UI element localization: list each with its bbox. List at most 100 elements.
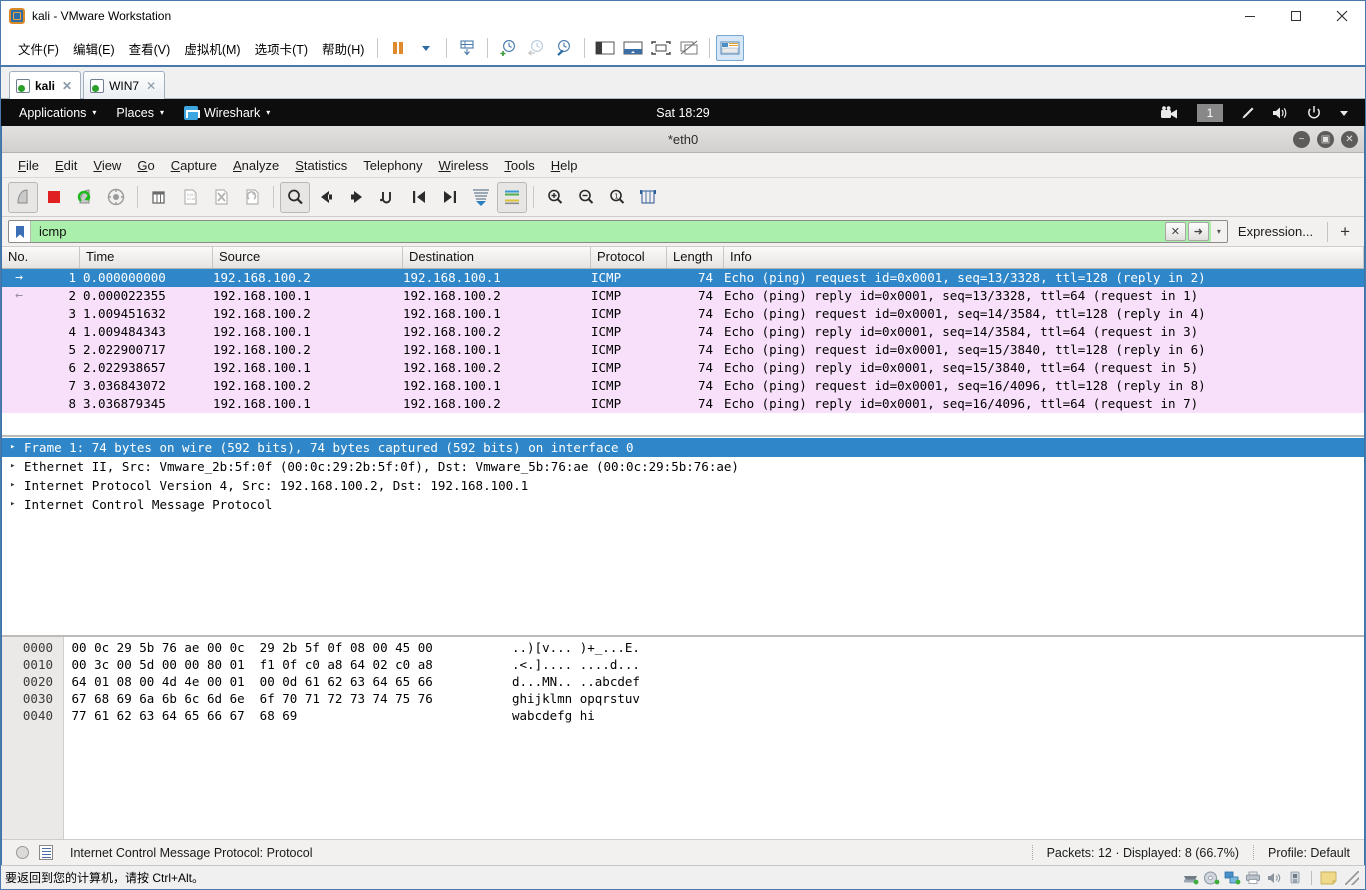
menu-file[interactable]: File xyxy=(10,155,47,176)
display-filter-field[interactable]: ✕ ➜ ▾ xyxy=(8,220,1228,243)
vmware-minimize-button[interactable] xyxy=(1227,1,1273,31)
resize-columns-icon[interactable] xyxy=(633,182,663,213)
add-filter-button[interactable]: + xyxy=(1332,222,1358,242)
cd-dvd-icon[interactable] xyxy=(1203,871,1220,885)
colorize-packets-icon[interactable] xyxy=(497,181,527,213)
go-to-packet-icon[interactable] xyxy=(373,182,403,213)
system-menu-caret-icon[interactable] xyxy=(1331,99,1357,126)
packet-list-pane[interactable]: No. Time Source Destination Protocol Len… xyxy=(2,247,1364,437)
vm-tab-kali[interactable]: kali ✕ xyxy=(9,71,82,99)
expand-triangle-icon[interactable]: ▸ xyxy=(10,438,24,457)
hex-dump-line[interactable]: 00 0c 29 5b 76 ae 00 0c 29 2b 5f 0f 08 0… xyxy=(64,639,1364,656)
wireshark-close-button[interactable]: ✕ xyxy=(1341,131,1358,148)
unity-mode-icon[interactable] xyxy=(675,35,703,61)
wireshark-maximize-button[interactable]: ▣ xyxy=(1317,131,1334,148)
menu-tools[interactable]: Tools xyxy=(496,155,542,176)
protocol-tree-item[interactable]: ▸ Frame 1: 74 bytes on wire (592 bits), 7… xyxy=(2,438,1364,457)
save-file-icon[interactable]: 0101 0110 xyxy=(175,182,205,213)
expand-triangle-icon[interactable]: ▸ xyxy=(10,495,24,514)
vm-tab-close-icon[interactable]: ✕ xyxy=(62,79,72,93)
auto-scroll-icon[interactable] xyxy=(466,182,496,213)
column-header-destination[interactable]: Destination xyxy=(403,247,591,268)
network-adapter-icon[interactable] xyxy=(1224,871,1241,885)
vm-tab-close-icon[interactable]: ✕ xyxy=(146,79,156,93)
column-header-protocol[interactable]: Protocol xyxy=(591,247,667,268)
usb-icon[interactable] xyxy=(1287,871,1303,885)
go-to-last-packet-icon[interactable] xyxy=(435,182,465,213)
filter-history-caret-icon[interactable]: ▾ xyxy=(1210,221,1227,242)
snapshot-take-icon[interactable] xyxy=(494,35,522,61)
go-to-first-packet-icon[interactable] xyxy=(404,182,434,213)
vmware-menu-tabs[interactable]: 选项卡(T) xyxy=(248,35,315,62)
packet-row[interactable]: 8 3.036879345 192.168.100.1 192.168.100.2 IC… xyxy=(2,395,1364,413)
menu-help[interactable]: Help xyxy=(543,155,586,176)
vmware-menu-help[interactable]: 帮助(H) xyxy=(315,35,371,62)
stop-capture-icon[interactable] xyxy=(39,182,69,213)
vmware-menu-edit[interactable]: 编辑(E) xyxy=(66,35,122,62)
column-header-source[interactable]: Source xyxy=(213,247,403,268)
vmware-menu-file[interactable]: 文件(F) xyxy=(11,35,66,62)
packet-bytes-pane[interactable]: 0000 0010 0020 0030 0040 00 0c 29 5b 76 ae 0… xyxy=(2,637,1364,839)
packet-row[interactable]: 4 1.009484343 192.168.100.1 192.168.100.2 IC… xyxy=(2,323,1364,341)
reload-file-icon[interactable] xyxy=(237,182,267,213)
sound-card-icon[interactable] xyxy=(1266,871,1282,885)
go-forward-icon[interactable] xyxy=(342,182,372,213)
protocol-tree-item[interactable]: ▸ Ethernet II, Src: Vmware_2b:5f:0f (00:0… xyxy=(2,457,1364,476)
menu-view[interactable]: View xyxy=(85,155,129,176)
packet-row[interactable]: 7 3.036843072 192.168.100.2 192.168.100.1 IC… xyxy=(2,377,1364,395)
column-header-info[interactable]: Info xyxy=(724,247,1364,268)
menu-go[interactable]: Go xyxy=(129,155,162,176)
pause-icon[interactable] xyxy=(384,35,412,61)
vmware-menu-vm[interactable]: 虚拟机(M) xyxy=(177,35,247,62)
menu-capture[interactable]: Capture xyxy=(163,155,225,176)
note-icon[interactable] xyxy=(1320,871,1337,885)
console-view-icon[interactable] xyxy=(716,35,745,61)
menu-wireless[interactable]: Wireless xyxy=(431,155,497,176)
pen-tool-icon[interactable] xyxy=(1233,99,1263,126)
packet-details-pane[interactable]: ▸ Frame 1: 74 bytes on wire (592 bits), 7… xyxy=(2,437,1364,637)
fullscreen-icon[interactable] xyxy=(647,35,675,61)
start-capture-icon[interactable] xyxy=(8,181,38,213)
hex-dump-line[interactable]: 00 3c 00 5d 00 00 80 01 f1 0f c0 a8 64 0… xyxy=(64,656,1364,673)
menu-edit[interactable]: Edit xyxy=(47,155,85,176)
expand-triangle-icon[interactable]: ▸ xyxy=(10,476,24,495)
hard-disk-icon[interactable] xyxy=(1182,871,1199,885)
packet-row[interactable]: 6 2.022938657 192.168.100.1 192.168.100.2 IC… xyxy=(2,359,1364,377)
vmware-menu-view[interactable]: 查看(V) xyxy=(122,35,178,62)
printer-icon[interactable] xyxy=(1245,871,1261,885)
display-filter-input[interactable] xyxy=(31,223,1165,240)
gnome-applications-menu[interactable]: Applications ▾ xyxy=(9,99,106,126)
packet-row[interactable]: → 1 0.000000000 192.168.100.2 192.168.100.1 I… xyxy=(2,269,1364,287)
wireshark-minimize-button[interactable]: − xyxy=(1293,131,1310,148)
snapshot-manager-icon[interactable] xyxy=(550,35,578,61)
gnome-app-menu-wireshark[interactable]: Wireshark ▾ xyxy=(174,99,280,126)
screencast-icon[interactable] xyxy=(1153,99,1187,126)
clear-filter-button[interactable]: ✕ xyxy=(1164,222,1186,241)
filter-expression-button[interactable]: Expression... xyxy=(1228,224,1323,239)
packet-row[interactable]: 3 1.009451632 192.168.100.2 192.168.100.1 IC… xyxy=(2,305,1364,323)
vm-guest-screen[interactable]: Applications ▾ Places ▾ Wireshark ▾ Sat … xyxy=(1,99,1365,865)
packet-row[interactable]: 5 2.022900717 192.168.100.2 192.168.100.1 IC… xyxy=(2,341,1364,359)
vmware-maximize-button[interactable] xyxy=(1273,1,1319,31)
apply-filter-button[interactable]: ➜ xyxy=(1187,222,1209,241)
gnome-places-menu[interactable]: Places ▾ xyxy=(106,99,174,126)
profile-text[interactable]: Profile: Default xyxy=(1268,846,1350,860)
column-header-no[interactable]: No. xyxy=(2,247,80,268)
close-file-icon[interactable] xyxy=(206,182,236,213)
expert-info-icon[interactable] xyxy=(16,846,29,859)
vmware-close-button[interactable] xyxy=(1319,1,1365,31)
gnome-workspace-indicator[interactable]: 1 xyxy=(1197,103,1223,122)
expand-triangle-icon[interactable]: ▸ xyxy=(10,457,24,476)
capture-options-icon[interactable] xyxy=(101,182,131,213)
show-thumbnail-bar-icon[interactable] xyxy=(619,35,647,61)
zoom-out-icon[interactable] xyxy=(571,182,601,213)
snapshot-revert-icon[interactable] xyxy=(522,35,550,61)
find-packet-icon[interactable] xyxy=(280,181,310,213)
vm-tab-win7[interactable]: WIN7 ✕ xyxy=(83,71,166,99)
menu-analyze[interactable]: Analyze xyxy=(225,155,287,176)
restart-capture-icon[interactable] xyxy=(70,182,100,213)
volume-icon[interactable] xyxy=(1265,99,1297,126)
hex-dump-line[interactable]: 67 68 69 6a 6b 6c 6d 6e 6f 70 71 72 73 7… xyxy=(64,690,1364,707)
packet-row[interactable]: ← 2 0.000022355 192.168.100.1 192.168.100.2 I… xyxy=(2,287,1364,305)
column-header-length[interactable]: Length xyxy=(667,247,724,268)
